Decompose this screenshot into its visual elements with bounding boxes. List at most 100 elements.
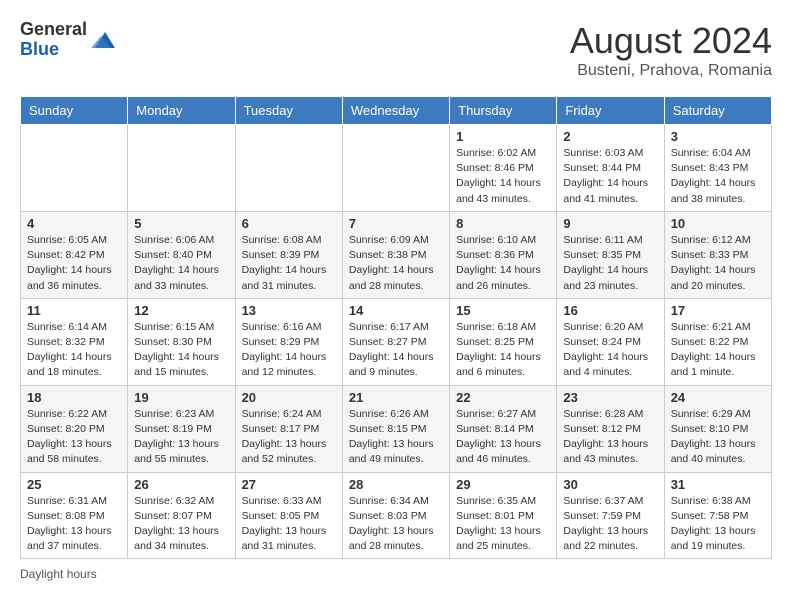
calendar-cell: 23 Sunrise: 6:28 AMSunset: 8:12 PMDayligh… xyxy=(557,385,664,472)
logo-general: General xyxy=(20,20,87,40)
day-info: Sunrise: 6:03 AMSunset: 8:44 PMDaylight:… xyxy=(563,146,657,207)
day-info: Sunrise: 6:14 AMSunset: 8:32 PMDaylight:… xyxy=(27,320,121,381)
col-header-saturday: Saturday xyxy=(664,97,771,125)
day-number: 21 xyxy=(349,390,443,405)
day-number: 24 xyxy=(671,390,765,405)
col-header-wednesday: Wednesday xyxy=(342,97,449,125)
header-row: SundayMondayTuesdayWednesdayThursdayFrid… xyxy=(21,97,772,125)
day-info: Sunrise: 6:27 AMSunset: 8:14 PMDaylight:… xyxy=(456,407,550,468)
day-info: Sunrise: 6:23 AMSunset: 8:19 PMDaylight:… xyxy=(134,407,228,468)
col-header-monday: Monday xyxy=(128,97,235,125)
day-info: Sunrise: 6:06 AMSunset: 8:40 PMDaylight:… xyxy=(134,233,228,294)
calendar-cell: 17 Sunrise: 6:21 AMSunset: 8:22 PMDayligh… xyxy=(664,298,771,385)
day-info: Sunrise: 6:24 AMSunset: 8:17 PMDaylight:… xyxy=(242,407,336,468)
day-info: Sunrise: 6:18 AMSunset: 8:25 PMDaylight:… xyxy=(456,320,550,381)
day-number: 16 xyxy=(563,303,657,318)
title-area: August 2024 Busteni, Prahova, Romania xyxy=(570,20,772,80)
day-number: 1 xyxy=(456,129,550,144)
week-row-1: 1Sunrise: 6:02 AMSunset: 8:46 PMDaylight… xyxy=(21,125,772,212)
calendar-cell: 3Sunrise: 6:04 AMSunset: 8:43 PMDaylight… xyxy=(664,125,771,212)
day-number: 9 xyxy=(563,216,657,231)
calendar-cell xyxy=(342,125,449,212)
col-header-thursday: Thursday xyxy=(450,97,557,125)
day-number: 2 xyxy=(563,129,657,144)
day-info: Sunrise: 6:16 AMSunset: 8:29 PMDaylight:… xyxy=(242,320,336,381)
logo-blue: Blue xyxy=(20,40,87,60)
col-header-sunday: Sunday xyxy=(21,97,128,125)
calendar-cell: 12Sunrise: 6:15 AMSunset: 8:30 PMDayligh… xyxy=(128,298,235,385)
calendar-cell: 27 Sunrise: 6:33 AMSunset: 8:05 PMDayligh… xyxy=(235,472,342,559)
day-info: Sunrise: 6:21 AMSunset: 8:22 PMDaylight:… xyxy=(671,320,765,381)
calendar-table: SundayMondayTuesdayWednesdayThursdayFrid… xyxy=(20,96,772,559)
day-info: Sunrise: 6:26 AMSunset: 8:15 PMDaylight:… xyxy=(349,407,443,468)
calendar-cell: 20 Sunrise: 6:24 AMSunset: 8:17 PMDayligh… xyxy=(235,385,342,472)
calendar-cell: 5Sunrise: 6:06 AMSunset: 8:40 PMDaylight… xyxy=(128,211,235,298)
calendar-cell xyxy=(21,125,128,212)
main-title: August 2024 xyxy=(570,20,772,62)
calendar-cell: 25 Sunrise: 6:31 AMSunset: 8:08 PMDayligh… xyxy=(21,472,128,559)
day-info: Sunrise: 6:09 AMSunset: 8:38 PMDaylight:… xyxy=(349,233,443,294)
day-info: Sunrise: 6:20 AMSunset: 8:24 PMDaylight:… xyxy=(563,320,657,381)
col-header-friday: Friday xyxy=(557,97,664,125)
day-info: Sunrise: 6:34 AMSunset: 8:03 PMDaylight:… xyxy=(349,494,443,555)
day-number: 15 xyxy=(456,303,550,318)
calendar-cell: 13Sunrise: 6:16 AMSunset: 8:29 PMDayligh… xyxy=(235,298,342,385)
day-number: 11 xyxy=(27,303,121,318)
day-info: Sunrise: 6:32 AMSunset: 8:07 PMDaylight:… xyxy=(134,494,228,555)
calendar-cell: 21 Sunrise: 6:26 AMSunset: 8:15 PMDayligh… xyxy=(342,385,449,472)
calendar-cell: 10 Sunrise: 6:12 AMSunset: 8:33 PMDayligh… xyxy=(664,211,771,298)
calendar-cell: 28 Sunrise: 6:34 AMSunset: 8:03 PMDayligh… xyxy=(342,472,449,559)
day-number: 4 xyxy=(27,216,121,231)
day-info: Sunrise: 6:31 AMSunset: 8:08 PMDaylight:… xyxy=(27,494,121,555)
day-info: Sunrise: 6:33 AMSunset: 8:05 PMDaylight:… xyxy=(242,494,336,555)
calendar-cell: 14Sunrise: 6:17 AMSunset: 8:27 PMDayligh… xyxy=(342,298,449,385)
day-number: 17 xyxy=(671,303,765,318)
calendar-cell: 18 Sunrise: 6:22 AMSunset: 8:20 PMDayligh… xyxy=(21,385,128,472)
day-info: Sunrise: 6:08 AMSunset: 8:39 PMDaylight:… xyxy=(242,233,336,294)
day-number: 26 xyxy=(134,477,228,492)
logo-icon xyxy=(91,28,115,52)
day-info: Sunrise: 6:05 AMSunset: 8:42 PMDaylight:… xyxy=(27,233,121,294)
calendar-cell: 19Sunrise: 6:23 AMSunset: 8:19 PMDayligh… xyxy=(128,385,235,472)
day-info: Sunrise: 6:11 AMSunset: 8:35 PMDaylight:… xyxy=(563,233,657,294)
day-info: Sunrise: 6:28 AMSunset: 8:12 PMDaylight:… xyxy=(563,407,657,468)
calendar-cell: 29 Sunrise: 6:35 AMSunset: 8:01 PMDayligh… xyxy=(450,472,557,559)
day-number: 12 xyxy=(134,303,228,318)
logo-area: General Blue xyxy=(20,20,115,60)
day-info: Sunrise: 6:35 AMSunset: 8:01 PMDaylight:… xyxy=(456,494,550,555)
day-info: Sunrise: 6:12 AMSunset: 8:33 PMDaylight:… xyxy=(671,233,765,294)
calendar-cell: 9 Sunrise: 6:11 AMSunset: 8:35 PMDaylight… xyxy=(557,211,664,298)
day-info: Sunrise: 6:17 AMSunset: 8:27 PMDaylight:… xyxy=(349,320,443,381)
calendar-cell: 16 Sunrise: 6:20 AMSunset: 8:24 PMDayligh… xyxy=(557,298,664,385)
day-number: 28 xyxy=(349,477,443,492)
day-info: Sunrise: 6:37 AMSunset: 7:59 PMDaylight:… xyxy=(563,494,657,555)
day-number: 22 xyxy=(456,390,550,405)
logo-text: General Blue xyxy=(20,20,87,60)
day-number: 23 xyxy=(563,390,657,405)
calendar-cell: 31Sunrise: 6:38 AMSunset: 7:58 PMDayligh… xyxy=(664,472,771,559)
day-number: 30 xyxy=(563,477,657,492)
week-row-5: 25 Sunrise: 6:31 AMSunset: 8:08 PMDayligh… xyxy=(21,472,772,559)
calendar-cell: 15 Sunrise: 6:18 AMSunset: 8:25 PMDayligh… xyxy=(450,298,557,385)
day-number: 18 xyxy=(27,390,121,405)
subtitle: Busteni, Prahova, Romania xyxy=(570,62,772,80)
calendar-cell: 8 Sunrise: 6:10 AMSunset: 8:36 PMDaylight… xyxy=(450,211,557,298)
calendar-cell xyxy=(128,125,235,212)
calendar-cell: 24 Sunrise: 6:29 AMSunset: 8:10 PMDayligh… xyxy=(664,385,771,472)
day-number: 7 xyxy=(349,216,443,231)
day-info: Sunrise: 6:10 AMSunset: 8:36 PMDaylight:… xyxy=(456,233,550,294)
day-number: 29 xyxy=(456,477,550,492)
week-row-4: 18 Sunrise: 6:22 AMSunset: 8:20 PMDayligh… xyxy=(21,385,772,472)
day-info: Sunrise: 6:38 AMSunset: 7:58 PMDaylight:… xyxy=(671,494,765,555)
day-number: 10 xyxy=(671,216,765,231)
week-row-2: 4 Sunrise: 6:05 AMSunset: 8:42 PMDaylight… xyxy=(21,211,772,298)
day-number: 25 xyxy=(27,477,121,492)
day-number: 20 xyxy=(242,390,336,405)
day-number: 6 xyxy=(242,216,336,231)
day-number: 27 xyxy=(242,477,336,492)
day-info: Sunrise: 6:22 AMSunset: 8:20 PMDaylight:… xyxy=(27,407,121,468)
day-number: 8 xyxy=(456,216,550,231)
calendar-cell: 2 Sunrise: 6:03 AMSunset: 8:44 PMDaylight… xyxy=(557,125,664,212)
day-info: Sunrise: 6:29 AMSunset: 8:10 PMDaylight:… xyxy=(671,407,765,468)
day-number: 3 xyxy=(671,129,765,144)
